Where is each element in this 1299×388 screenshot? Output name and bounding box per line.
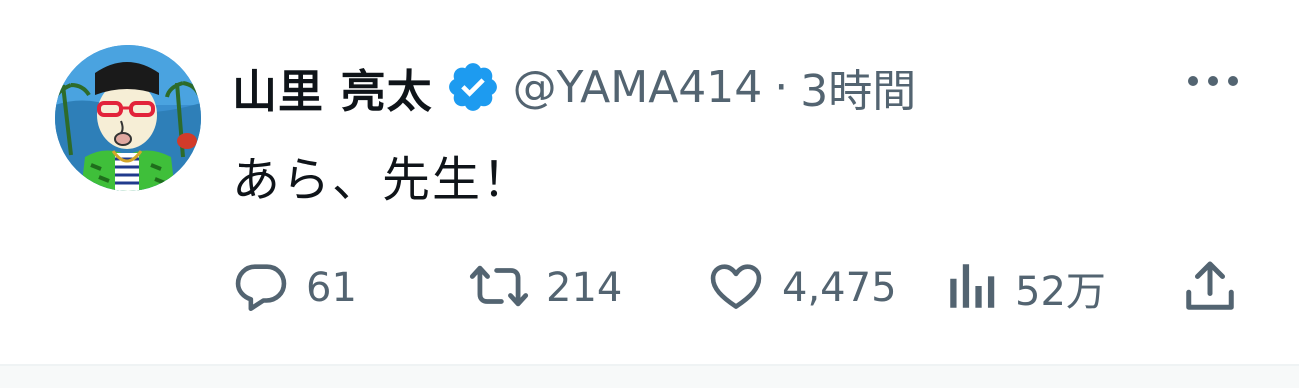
share-button[interactable] [1180, 256, 1240, 320]
avatar-illustration [55, 45, 201, 191]
views-button[interactable]: 52万 [945, 256, 1106, 320]
display-name[interactable]: 山里 亮太 [232, 55, 433, 120]
retweet-count: 214 [546, 265, 623, 311]
reply-button[interactable]: 61 [232, 256, 357, 320]
tweet-text: あら、先生！ [232, 152, 533, 208]
separator-dot: · [774, 61, 789, 113]
views-count: 52万 [1015, 269, 1106, 315]
avatar[interactable] [55, 45, 201, 191]
share-upload-icon [1180, 256, 1240, 320]
divider [0, 364, 1299, 388]
tweet-card[interactable]: 山里 亮太 @YAMA414 · 3時間 あら、先生！ 61 214 4,475… [0, 0, 1299, 364]
like-count: 4,475 [782, 265, 897, 311]
comment-bubble-icon [232, 257, 290, 319]
reply-count: 61 [306, 265, 357, 311]
bar-chart-icon [945, 257, 999, 319]
tweet-header: 山里 亮太 @YAMA414 · 3時間 [232, 52, 916, 122]
retweet-arrows-icon [468, 257, 530, 319]
verified-badge-icon[interactable] [445, 59, 501, 115]
timestamp[interactable]: 3時間 [800, 55, 916, 119]
like-button[interactable]: 4,475 [706, 256, 897, 320]
retweet-button[interactable]: 214 [468, 256, 622, 320]
more-horizontal-icon [1185, 73, 1241, 93]
more-options-button[interactable] [1178, 58, 1248, 108]
handle[interactable]: @YAMA414 [513, 62, 763, 113]
heart-icon [706, 257, 766, 319]
